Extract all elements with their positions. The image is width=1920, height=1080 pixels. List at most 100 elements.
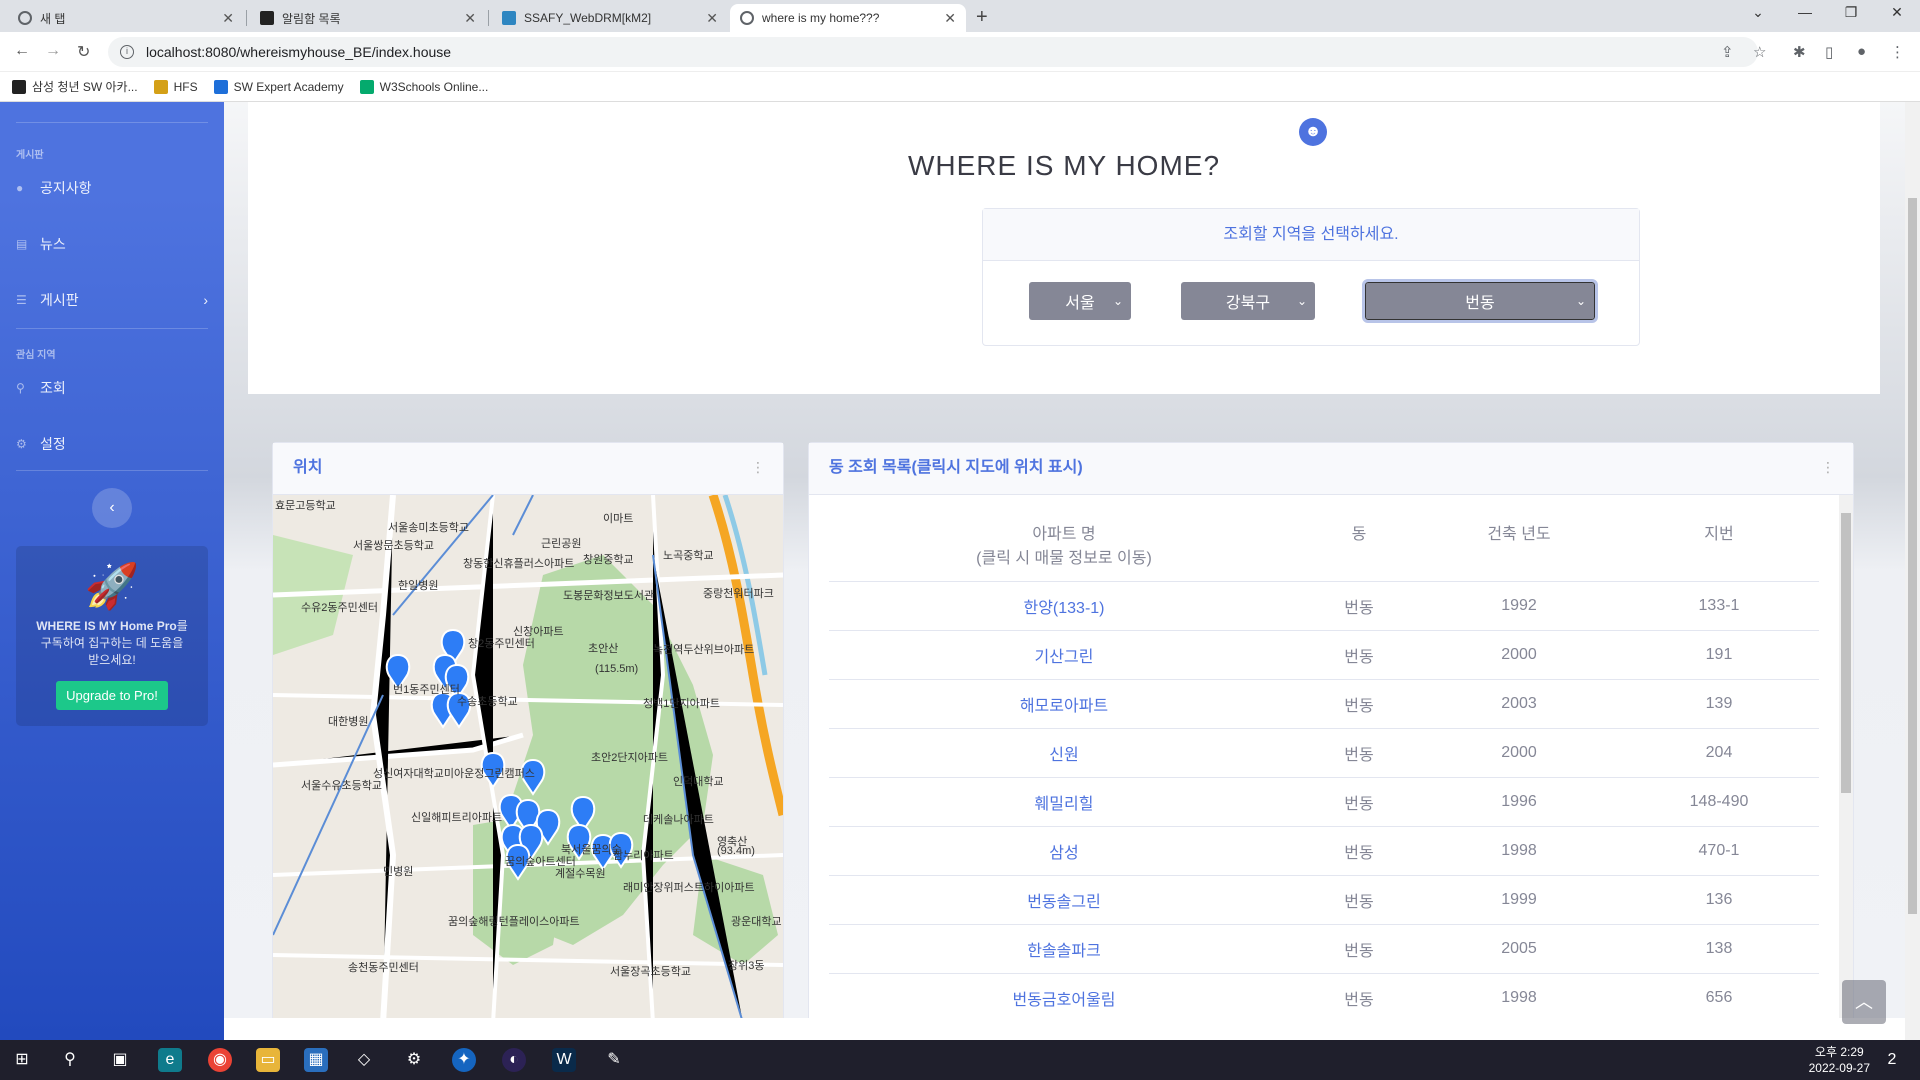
upgrade-button[interactable]: Upgrade to Pro! <box>56 681 168 710</box>
table-row[interactable]: 한솔솔파크 번동 2005 138 <box>829 924 1819 974</box>
share-icon[interactable]: ⇪ <box>1721 43 1734 61</box>
chrome-icon[interactable]: ◉ <box>208 1048 232 1072</box>
apt-name-link[interactable]: 번동금호어울림 <box>829 973 1299 1023</box>
promo-text-bold: WHERE IS MY Home Pro <box>36 619 177 633</box>
sidebar-item-board[interactable]: ☰ 게시판 › <box>16 290 208 310</box>
map-label: 장위3동 <box>728 960 765 972</box>
vscode-icon[interactable]: ◇ <box>352 1048 376 1072</box>
apt-name-link[interactable]: 번동솔그린 <box>829 875 1299 925</box>
table-row[interactable]: 번동금호어울림 번동 1998 656 <box>829 973 1819 1023</box>
apt-name-link[interactable]: 해모로아파트 <box>829 679 1299 729</box>
sidebar-item-label: 조회 <box>40 380 66 396</box>
map-view[interactable] <box>273 495 783 1023</box>
tab-where-is-my-home[interactable]: where is my home??? ✕ <box>730 4 966 32</box>
profile-icon[interactable]: ● <box>1857 43 1866 60</box>
close-icon[interactable]: ✕ <box>706 10 718 27</box>
close-icon[interactable]: ✕ <box>464 10 476 27</box>
settings-icon[interactable]: ⚙ <box>402 1048 426 1072</box>
build-year-cell: 1992 <box>1419 581 1619 631</box>
side-panel-icon[interactable]: ▯ <box>1825 43 1833 61</box>
apt-name-link[interactable]: 기산그린 <box>829 630 1299 680</box>
chevron-left-icon: ‹ <box>109 499 115 516</box>
task-view-icon[interactable]: ▣ <box>108 1048 132 1072</box>
page-content: 게시판 ● 공지사항 ▤ 뉴스 ☰ 게시판 › 관심 지역 ⚲ 조회 ⚙ 설정 … <box>0 102 1920 1040</box>
list-scrollbar[interactable] <box>1839 495 1853 1025</box>
forward-icon[interactable]: → <box>45 42 61 60</box>
map-label: 청백1단지아파트 <box>643 698 720 710</box>
bookmark-ssafy[interactable]: 삼성 청년 SW 아카... <box>12 78 138 95</box>
map-label: 광운대학교 <box>731 916 782 928</box>
page-scrollbar[interactable] <box>1905 102 1920 1040</box>
file-explorer-icon[interactable]: ▭ <box>256 1048 280 1072</box>
sidebar-item-notice[interactable]: ● 공지사항 <box>16 178 208 198</box>
map-label: (115.5m) <box>595 663 639 675</box>
page-scrollbar-thumb[interactable] <box>1908 198 1917 914</box>
sidebar-item-label: 게시판 <box>40 292 79 308</box>
apt-name-link[interactable]: 삼성 <box>829 826 1299 876</box>
scroll-to-top-button[interactable]: ︿ <box>1842 980 1886 1024</box>
notification-icon[interactable]: 2 <box>1880 1048 1904 1072</box>
close-icon[interactable]: ✕ <box>222 10 234 27</box>
star-icon[interactable]: ☆ <box>1753 43 1766 61</box>
more-options-icon[interactable]: ⋮ <box>751 459 765 476</box>
reload-icon[interactable]: ↻ <box>77 42 90 62</box>
paint-icon[interactable]: ✎ <box>602 1048 626 1072</box>
apartment-table: 아파트 명 (클릭 시 매물 정보로 이동) 동 건축 년도 지번 한양(133… <box>829 513 1819 1023</box>
system-clock[interactable]: 오후 2:29 2022-09-27 <box>1809 1044 1870 1076</box>
table-row[interactable]: 훼밀리힐 번동 1996 148-490 <box>829 777 1819 827</box>
sidebar-item-news[interactable]: ▤ 뉴스 <box>16 234 208 254</box>
build-year-cell: 2003 <box>1419 679 1619 729</box>
bookmark-label: 삼성 청년 SW 아카... <box>32 80 138 94</box>
dong-select[interactable]: 번동 ⌄ <box>1362 279 1598 323</box>
sidebar-item-search[interactable]: ⚲ 조회 <box>16 378 208 398</box>
sido-select[interactable]: 서울 ⌄ <box>1029 282 1131 320</box>
table-row[interactable]: 삼성 번동 1998 470-1 <box>829 826 1819 876</box>
table-row[interactable]: 번동솔그린 번동 1999 136 <box>829 875 1819 925</box>
tab-search-icon[interactable]: ⌄ <box>1735 4 1781 21</box>
bookmark-hfs[interactable]: HFS <box>153 79 198 94</box>
list-scrollbar-thumb[interactable] <box>1841 513 1851 793</box>
build-year-cell: 1998 <box>1419 826 1619 876</box>
extensions-icon[interactable]: ✱ <box>1793 43 1806 61</box>
apt-name-link[interactable]: 신원 <box>829 728 1299 778</box>
back-icon[interactable]: ← <box>14 42 30 60</box>
table-row[interactable]: 신원 번동 2000 204 <box>829 728 1819 778</box>
window-close-icon[interactable]: ✕ <box>1874 4 1920 21</box>
webex-icon[interactable]: W <box>552 1048 576 1072</box>
table-row[interactable]: 기산그린 번동 2000 191 <box>829 630 1819 680</box>
address-bar[interactable]: i localhost:8080/whereismyhouse_BE/index… <box>108 37 1758 67</box>
edge-icon[interactable]: e <box>158 1048 182 1072</box>
browser-toolbar: ← → ↻ i localhost:8080/whereismyhouse_BE… <box>0 32 1920 72</box>
info-icon[interactable]: i <box>120 45 134 59</box>
sidebar-heading-board: 게시판 <box>16 150 44 161</box>
menu-icon[interactable]: ⋮ <box>1890 43 1905 61</box>
tab-notifications[interactable]: 알림함 목록 ✕ <box>250 4 486 32</box>
map-label: 서울장곡초등학교 <box>610 966 691 978</box>
table-row[interactable]: 한양(133-1) 번동 1992 133-1 <box>829 581 1819 631</box>
close-icon[interactable]: ✕ <box>944 10 956 27</box>
apt-name-link[interactable]: 훼밀리힐 <box>829 777 1299 827</box>
tab-webdrm[interactable]: SSAFY_WebDRM[kM2] ✕ <box>492 4 728 32</box>
store-icon[interactable]: ▦ <box>304 1048 328 1072</box>
minimize-icon[interactable]: — <box>1782 4 1828 20</box>
jibun-cell: 191 <box>1619 630 1819 680</box>
more-options-icon[interactable]: ⋮ <box>1821 459 1835 476</box>
app-icon[interactable]: ✦ <box>452 1048 476 1072</box>
sidebar-toggle-button[interactable]: ‹ <box>92 488 132 528</box>
restore-icon[interactable]: ❐ <box>1828 4 1874 21</box>
chevron-right-icon: › <box>203 292 208 308</box>
map-label: 서울송미초등학교 <box>388 522 469 534</box>
apt-name-link[interactable]: 한양(133-1) <box>829 581 1299 631</box>
search-icon[interactable]: ⚲ <box>58 1048 82 1072</box>
promo-text: WHERE IS MY Home Pro를 구독하여 집구하는 데 도움을 받으… <box>34 618 190 669</box>
gugun-select[interactable]: 강북구 ⌄ <box>1181 282 1315 320</box>
sidebar-item-settings[interactable]: ⚙ 설정 <box>16 434 208 454</box>
bookmark-w3schools[interactable]: W3Schools Online... <box>359 79 488 94</box>
apt-name-link[interactable]: 한솔솔파크 <box>829 924 1299 974</box>
tab-new[interactable]: 새 탭 ✕ <box>8 4 244 32</box>
eclipse-icon[interactable]: ◐ <box>502 1048 526 1072</box>
bookmark-swea[interactable]: SW Expert Academy <box>213 79 344 94</box>
table-row[interactable]: 해모로아파트 번동 2003 139 <box>829 679 1819 729</box>
windows-start-icon[interactable]: ⊞ <box>10 1048 34 1072</box>
new-tab-icon[interactable]: + <box>976 6 988 29</box>
